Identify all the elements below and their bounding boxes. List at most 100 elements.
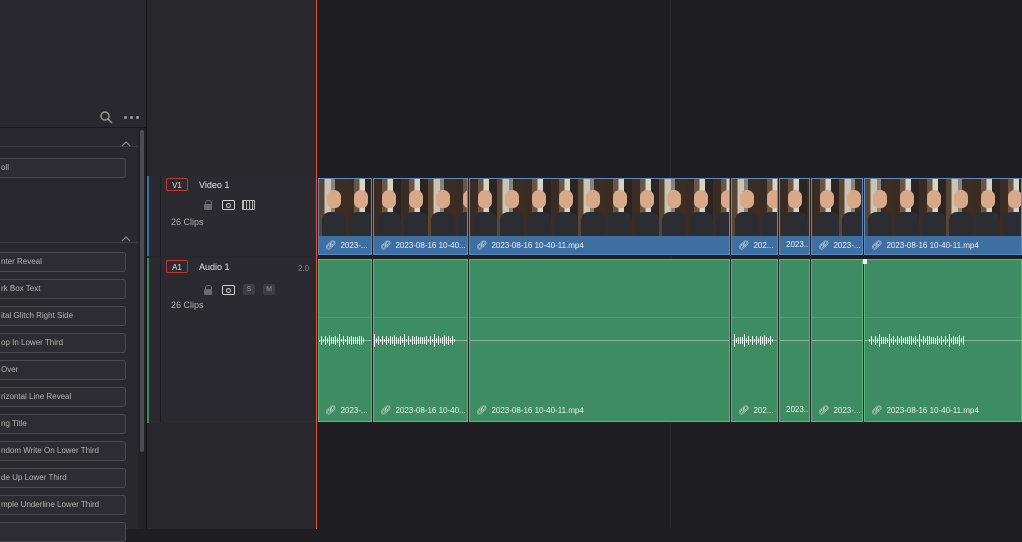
video-clip[interactable]: 🔗︎ 2023-... bbox=[811, 178, 863, 255]
audio-level-line bbox=[780, 317, 809, 318]
link-icon: 🔗︎ bbox=[818, 405, 830, 415]
thumbnail-frame bbox=[401, 179, 428, 238]
audio-level-line bbox=[374, 317, 467, 318]
thumbnail-frame bbox=[780, 179, 807, 238]
clip-label: 🔗︎ 202... bbox=[732, 236, 777, 254]
lock-icon[interactable] bbox=[203, 200, 213, 210]
track-id-badge[interactable]: A1 bbox=[166, 260, 188, 273]
clip-thumbnails bbox=[812, 179, 862, 238]
search-icon[interactable] bbox=[98, 109, 114, 125]
thumbnail-frame bbox=[892, 179, 919, 238]
audio-clip[interactable]: 🔗︎ 2023-08-16 10-40... bbox=[373, 259, 468, 422]
video-clip[interactable]: 🔗︎ 2023-08-16 10-40... bbox=[373, 178, 468, 255]
link-icon: 🔗︎ bbox=[871, 405, 883, 415]
audio-clip[interactable]: 🔗︎ 2023-08-16 10-40-11.mp4 bbox=[469, 259, 730, 422]
clip-thumbnails bbox=[319, 179, 371, 238]
playhead[interactable] bbox=[316, 0, 317, 529]
link-icon: 🔗︎ bbox=[738, 405, 750, 415]
link-icon: 🔗︎ bbox=[476, 240, 488, 250]
audio-level-line bbox=[732, 317, 777, 318]
audio-track-header[interactable]: A1 Audio 1 2.0 S M 26 Clips bbox=[147, 258, 317, 423]
thumbnail-frame bbox=[319, 179, 346, 238]
effects-scrollbar-thumb[interactable] bbox=[140, 130, 144, 452]
waveform-baseline bbox=[470, 340, 729, 341]
thumbnail-frame bbox=[470, 179, 497, 238]
chevron-up-icon[interactable] bbox=[121, 230, 131, 242]
video-clip[interactable]: 🔗︎ 2023-08-16 10-40-11.mp4 bbox=[864, 178, 1022, 255]
audio-level-line bbox=[812, 317, 862, 318]
audio-clip[interactable]: 🔗︎ 2023-08-16 10-40-11.mp4 bbox=[864, 259, 1022, 422]
track-accent bbox=[147, 258, 149, 423]
effect-item[interactable]: oll bbox=[0, 158, 126, 178]
divider bbox=[160, 258, 161, 423]
clip-label: 2023... bbox=[780, 401, 809, 419]
solo-button[interactable]: S bbox=[243, 284, 255, 295]
effect-item[interactable]: ndom Write On Lower Third bbox=[0, 441, 126, 461]
effect-item[interactable]: Over bbox=[0, 360, 126, 380]
audio-clip[interactable]: 2023... bbox=[779, 259, 810, 422]
clip-name: 2023-... bbox=[340, 241, 368, 250]
effect-item[interactable]: nter Reveal bbox=[0, 252, 126, 272]
chevron-up-icon[interactable] bbox=[121, 135, 131, 147]
clip-label: 🔗︎ 2023-08-16 10-40-11.mp4 bbox=[470, 236, 729, 254]
effect-item[interactable]: ital Glitch Right Side bbox=[0, 306, 126, 326]
clip-thumbnails bbox=[780, 179, 809, 238]
clip-name: 2023-08-16 10-40-11.mp4 bbox=[491, 241, 584, 250]
lock-icon[interactable] bbox=[203, 285, 213, 295]
effect-item[interactable]: de Up Lower Third bbox=[0, 468, 126, 488]
video-track-header[interactable]: V1 Video 1 26 Clips bbox=[147, 176, 317, 256]
video-clip[interactable]: 🔗︎ 2023-... bbox=[318, 178, 372, 255]
track-name[interactable]: Audio 1 bbox=[199, 262, 230, 272]
clip-thumbnails bbox=[470, 179, 729, 238]
clip-label: 🔗︎ 2023-08-16 10-40... bbox=[374, 401, 467, 419]
thumbnail-frame bbox=[865, 179, 892, 238]
waveform-baseline bbox=[812, 340, 862, 341]
more-options-icon[interactable] bbox=[124, 116, 142, 120]
effect-item[interactable]: rizontal Line Reveal bbox=[0, 387, 126, 407]
video-clip[interactable]: 🔗︎ 202... bbox=[731, 178, 778, 255]
effect-item[interactable]: rk Box Text bbox=[0, 279, 126, 299]
link-icon: 🔗︎ bbox=[476, 405, 488, 415]
clip-count: 26 Clips bbox=[171, 300, 204, 310]
auto-select-icon[interactable] bbox=[222, 200, 235, 210]
audio-level-line bbox=[470, 317, 729, 318]
effect-item[interactable]: op In Lower Third bbox=[0, 333, 126, 353]
mute-button[interactable]: M bbox=[263, 284, 275, 295]
link-icon: 🔗︎ bbox=[380, 240, 392, 250]
clip-name: 2023... bbox=[786, 405, 809, 414]
thumbnail-frame bbox=[686, 179, 713, 238]
audio-clip[interactable]: 🔗︎ 2023-... bbox=[318, 259, 372, 422]
track-id-badge[interactable]: V1 bbox=[166, 178, 188, 191]
clip-name: 2023-08-16 10-40... bbox=[395, 241, 466, 250]
audio-level-line bbox=[319, 317, 371, 318]
auto-select-icon[interactable] bbox=[222, 285, 235, 295]
link-icon: 🔗︎ bbox=[738, 240, 750, 250]
audio-keyframe-marker[interactable] bbox=[863, 259, 867, 264]
audio-clip[interactable]: 🔗︎ 202... bbox=[731, 259, 778, 422]
clip-label: 🔗︎ 2023-08-16 10-40-11.mp4 bbox=[470, 401, 729, 419]
effect-item[interactable] bbox=[0, 522, 126, 542]
clip-label: 🔗︎ 2023-... bbox=[812, 401, 862, 419]
clip-name: 202... bbox=[753, 241, 774, 250]
channel-format: 2.0 bbox=[298, 264, 310, 273]
thumbnail-frame bbox=[973, 179, 1000, 238]
divider bbox=[160, 176, 161, 256]
thumbnail-frame bbox=[605, 179, 632, 238]
effect-item[interactable]: mple Underline Lower Third bbox=[0, 495, 126, 515]
effects-toolbar bbox=[0, 107, 146, 128]
thumbnail-frame bbox=[374, 179, 401, 238]
video-clip[interactable]: 2023... bbox=[779, 178, 810, 255]
link-icon: 🔗︎ bbox=[871, 240, 883, 250]
video-clip[interactable]: 🔗︎ 2023-08-16 10-40-11.mp4 bbox=[469, 178, 730, 255]
effect-item[interactable]: ng Title bbox=[0, 414, 126, 434]
section-divider bbox=[0, 146, 138, 147]
audio-clip[interactable]: 🔗︎ 2023-... bbox=[811, 259, 863, 422]
clip-name: 2023-... bbox=[833, 406, 861, 415]
thumbnail-frame bbox=[578, 179, 605, 238]
track-output-icon[interactable] bbox=[242, 200, 255, 210]
clip-name: 2023... bbox=[786, 240, 809, 249]
thumbnail-frame bbox=[812, 179, 839, 238]
clip-label: 2023... bbox=[780, 236, 809, 254]
track-name[interactable]: Video 1 bbox=[199, 180, 229, 190]
clip-label: 🔗︎ 2023-... bbox=[812, 236, 862, 254]
